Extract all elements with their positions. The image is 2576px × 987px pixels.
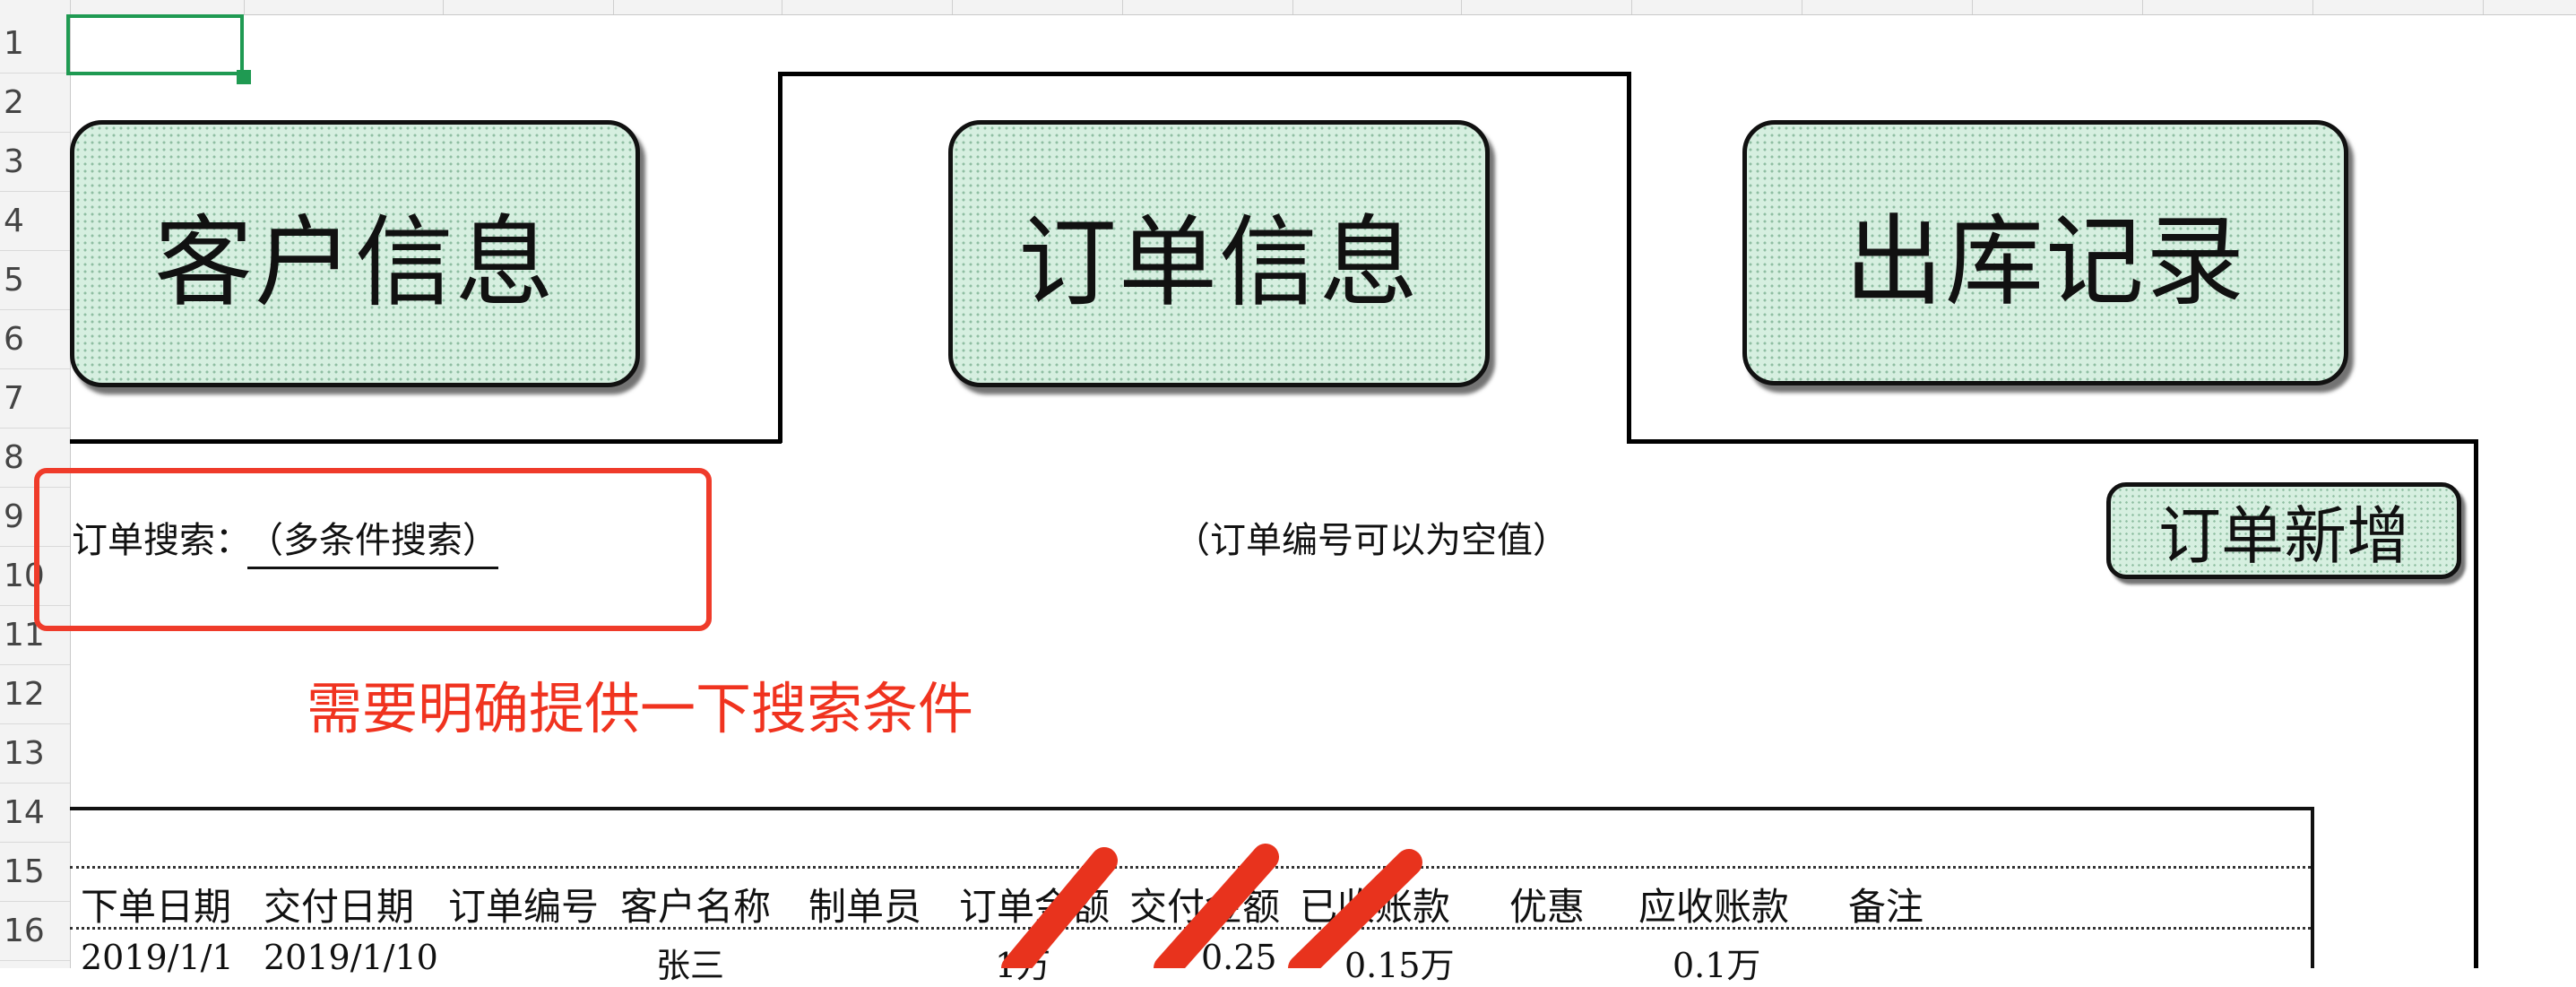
customer-info-tab-button[interactable]: 客户信息 [70,120,640,387]
table-header-divider [70,866,2311,869]
order-info-label: 订单信息 [1018,205,1420,320]
cell-order-date[interactable]: 2019/1/1 [81,938,234,977]
tab-frame-line [778,72,782,443]
cell-delivery-date[interactable]: 2019/1/10 [264,938,438,977]
annotation-highlight-box [34,468,712,631]
row-number[interactable]: 3 [0,133,70,192]
cell-received[interactable]: 0.15万 [1344,938,1455,987]
row-number[interactable]: 12 [0,665,70,724]
row-number[interactable]: 5 [0,251,70,310]
column-divider [244,0,245,14]
column-divider [613,0,614,14]
header-received: 已收账款 [1300,885,1451,929]
tab-frame-line [1627,439,2478,444]
header-delivery-date: 交付日期 [264,885,415,929]
header-order-number: 订单编号 [448,885,600,929]
header-remarks: 备注 [1848,885,1924,929]
header-order-date: 下单日期 [81,885,232,929]
tab-frame-line [2474,439,2478,968]
fill-handle[interactable] [237,70,251,84]
header-delivery-amount: 交付金额 [1129,885,1281,929]
outbound-records-tab-button[interactable]: 出库记录 [1742,120,2348,385]
row-number[interactable]: 16 [0,902,70,961]
column-divider [1972,0,1973,14]
column-divider [1461,0,1462,14]
column-divider [2142,0,2143,14]
row-number[interactable]: 1 [0,14,70,74]
add-order-button[interactable]: 订单新增 [2106,482,2461,579]
cell-customer-name[interactable]: 张三 [656,938,724,987]
table-right-border [2311,807,2314,968]
column-divider [2312,0,2313,14]
cell-delivery-amount[interactable]: 0.25 [1201,938,1277,977]
header-creator: 制单员 [808,885,922,929]
tab-frame-line [70,439,782,444]
cell-order-amount[interactable]: 1万 [995,938,1050,987]
order-number-hint: （订单编号可以为空值） [1174,520,1569,561]
row-number[interactable]: 7 [0,369,70,429]
header-discount: 优惠 [1509,885,1586,929]
tab-frame-line [1627,72,1631,443]
header-order-amount: 订单金额 [959,885,1111,929]
customer-info-label: 客户信息 [154,205,556,320]
outbound-records-label: 出库记录 [1845,204,2246,319]
column-divider [1122,0,1123,14]
selected-cell[interactable] [66,14,244,75]
row-number[interactable]: 2 [0,74,70,133]
table-top-border [70,807,2312,810]
row-number[interactable]: 6 [0,310,70,369]
row-number[interactable]: 13 [0,724,70,784]
column-divider [1631,0,1632,14]
column-divider [443,0,444,14]
row-number[interactable]: 14 [0,784,70,843]
header-receivable: 应收账款 [1638,885,1790,929]
column-divider [952,0,953,14]
column-divider [70,0,71,14]
column-divider [1292,0,1293,14]
row-number[interactable]: 15 [0,843,70,902]
column-divider [2483,0,2484,14]
header-customer-name: 客户名称 [620,885,772,929]
tab-frame-line [778,72,1631,76]
column-header-bar [0,0,2576,15]
cell-receivable[interactable]: 0.1万 [1673,938,1760,987]
annotation-note: 需要明确提供一下搜索条件 [307,676,974,741]
order-info-tab-button[interactable]: 订单信息 [948,120,1490,387]
row-number[interactable]: 4 [0,192,70,251]
